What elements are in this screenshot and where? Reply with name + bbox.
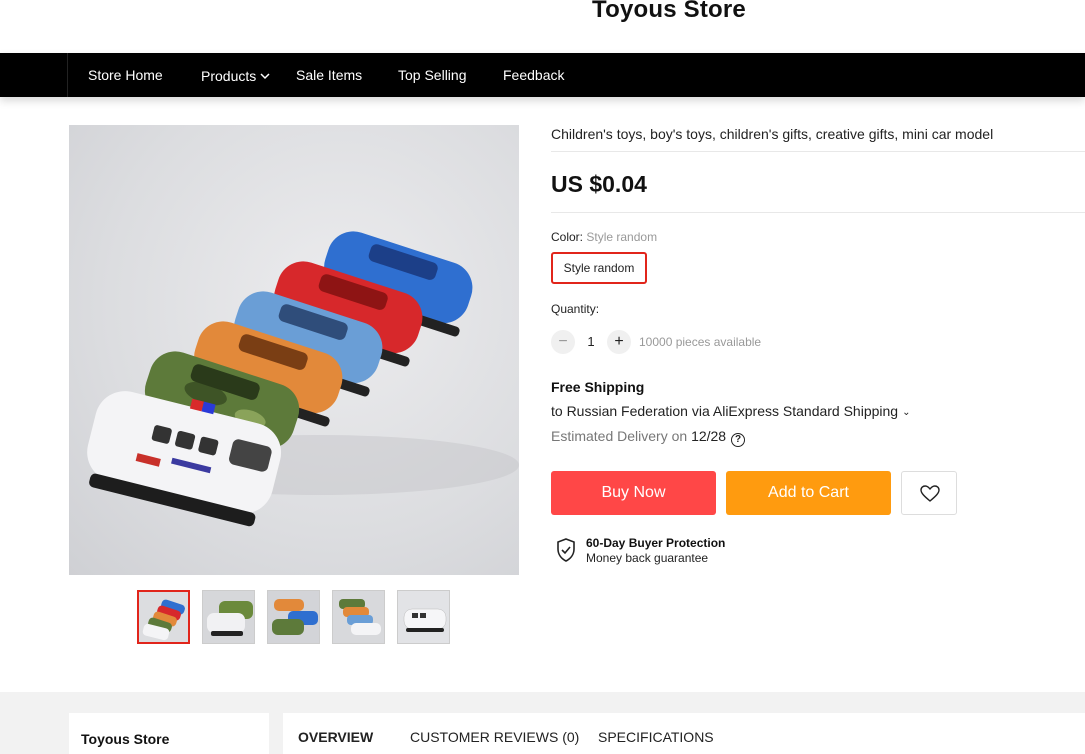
buy-now-button[interactable]: Buy Now (551, 471, 716, 515)
add-to-cart-button[interactable]: Add to Cart (726, 471, 891, 515)
nav-products[interactable]: Products (201, 53, 270, 97)
estimated-delivery-date: 12/28 (691, 428, 727, 444)
thumbnail-2[interactable] (202, 590, 255, 644)
quantity-label: Quantity: (551, 302, 600, 316)
toy-cars-illustration (87, 231, 519, 527)
thumbnail-image (139, 592, 188, 642)
detail-tabs: OVERVIEW CUSTOMER REVIEWS (0) SPECIFICAT… (283, 713, 1085, 754)
store-navbar: Store Home Products Sale Items Top Selli… (0, 53, 1085, 97)
estimated-delivery: Estimated Delivery on 12/28? (551, 428, 746, 447)
side-store-name[interactable]: Toyous Store (81, 731, 169, 747)
chevron-down-icon: ⌄ (902, 407, 911, 418)
quantity-available: 10000 pieces available (639, 335, 762, 349)
store-name: Toyous Store (592, 0, 746, 23)
thumbnail-image (203, 591, 254, 643)
quantity-decrease-button[interactable]: − (551, 330, 575, 354)
color-label: Color: Style random (551, 230, 657, 244)
heart-icon (920, 485, 940, 502)
store-side-card: Toyous Store (69, 713, 269, 754)
nav-feedback[interactable]: Feedback (503, 53, 564, 97)
shipping-destination: to Russian Federation via AliExpress Sta… (551, 403, 899, 419)
buyer-protection-subtitle: Money back guarantee (586, 551, 709, 565)
product-price: US $0.04 (551, 171, 647, 197)
thumbnail-image (268, 591, 319, 643)
store-header: Toyous Store (0, 0, 1085, 53)
nav-top-selling[interactable]: Top Selling (398, 53, 467, 97)
estimated-delivery-label: Estimated Delivery on (551, 428, 688, 444)
thumbnail-4[interactable] (332, 590, 385, 644)
nav-products-label: Products (201, 68, 257, 84)
product-title: Children's toys, boy's toys, children's … (551, 126, 994, 142)
divider (551, 212, 1085, 213)
thumbnail-1[interactable] (137, 590, 190, 644)
nav-divider (67, 53, 68, 97)
color-label-text: Color: (551, 230, 584, 244)
shipping-title: Free Shipping (551, 379, 645, 395)
color-option-style-random[interactable]: Style random (551, 252, 647, 284)
tab-specifications[interactable]: SPECIFICATIONS (598, 729, 714, 745)
chevron-down-icon (260, 53, 270, 98)
tab-customer-reviews[interactable]: CUSTOMER REVIEWS (0) (410, 729, 579, 745)
wishlist-button[interactable] (901, 471, 957, 515)
thumbnail-image (398, 591, 449, 643)
thumbnail-5[interactable] (397, 590, 450, 644)
nav-sale-items[interactable]: Sale Items (296, 53, 362, 97)
tab-overview[interactable]: OVERVIEW (298, 729, 373, 745)
main-product-image[interactable] (69, 125, 519, 575)
divider (551, 151, 1085, 152)
thumbnail-3[interactable] (267, 590, 320, 644)
nav-store-home[interactable]: Store Home (88, 53, 163, 97)
shipping-method-selector[interactable]: to Russian Federation via AliExpress Sta… (551, 403, 910, 419)
shield-check-icon (557, 538, 575, 562)
color-selected-value: Style random (586, 230, 658, 244)
quantity-input[interactable] (583, 332, 599, 352)
question-icon[interactable]: ? (731, 433, 746, 447)
thumbnail-image (333, 591, 384, 643)
buyer-protection-title: 60-Day Buyer Protection (586, 536, 726, 550)
quantity-increase-button[interactable]: + (607, 330, 631, 354)
